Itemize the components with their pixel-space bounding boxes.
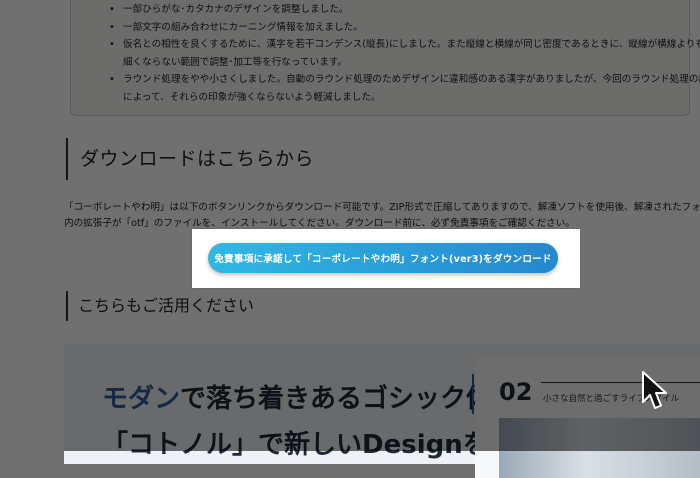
- note-item: 仮名との相性を良くするために、漢字を若干コンデンス(縦長)にしました。また縦線と…: [109, 36, 700, 54]
- download-button[interactable]: 免責事項に承諾して「コーポレートやわ明」フォント(ver3)をダウンロード: [208, 243, 558, 273]
- related-heading: こちらもご活用ください: [66, 291, 254, 321]
- download-heading: ダウンロードはこちらから: [66, 138, 314, 180]
- banner-headline-line1: モダンで落ち着きあるゴシック体: [102, 376, 492, 422]
- kotonoru-banner[interactable]: モダンで落ち着きあるゴシック体 「コトノル」で新しいDesignを 02 小さな…: [64, 344, 700, 478]
- note-item-continuation: 細くならない範囲で調整･加工等を行なっています。: [123, 56, 348, 68]
- card-number: 02: [499, 378, 533, 406]
- banner-divider: [472, 374, 474, 414]
- mouse-cursor-icon: [642, 371, 667, 409]
- banner-headline-text: で落ち着きあるゴシック体: [180, 384, 493, 414]
- download-description-line: 「コーポレートやわ明」は以下のボタンリンクからダウンロード可能です。ZIP形式で…: [64, 202, 700, 213]
- note-item: ラウンド処理をやや小さくしました。自動のラウンド処理のためデザインに違和感のある…: [109, 71, 700, 89]
- note-item-continuation: によって、それらの印象が強くならないよう軽減しました。: [123, 91, 381, 103]
- page: 一部ひらがな･カタカナのデザインを調整しました。 一部文字の組み合わせにカーニン…: [0, 0, 700, 478]
- highlighted-download-area: 免責事項に承諾して「コーポレートやわ明」フォント(ver3)をダウンロード: [192, 229, 580, 288]
- update-notes-box: 一部ひらがな･カタカナのデザインを調整しました。 一部文字の組み合わせにカーニン…: [70, 0, 700, 116]
- note-item: 一部ひらがな･カタカナのデザインを調整しました。: [109, 1, 673, 19]
- update-notes-list: 一部ひらがな･カタカナのデザインを調整しました。 一部文字の組み合わせにカーニン…: [101, 1, 700, 107]
- note-item: 一部文字の組み合わせにカーニング情報を加えました。: [109, 19, 673, 37]
- card-rule: [541, 382, 700, 383]
- banner-headline-line2: 「コトノル」で新しいDesignを: [102, 430, 489, 460]
- banner-headline: モダンで落ち着きあるゴシック体 「コトノル」で新しいDesignを: [102, 376, 492, 468]
- card-photo: [499, 418, 700, 478]
- banner-accent-text: モダン: [102, 384, 181, 414]
- download-description: 「コーポレートやわ明」は以下のボタンリンクからダウンロード可能です。ZIP形式で…: [64, 200, 700, 232]
